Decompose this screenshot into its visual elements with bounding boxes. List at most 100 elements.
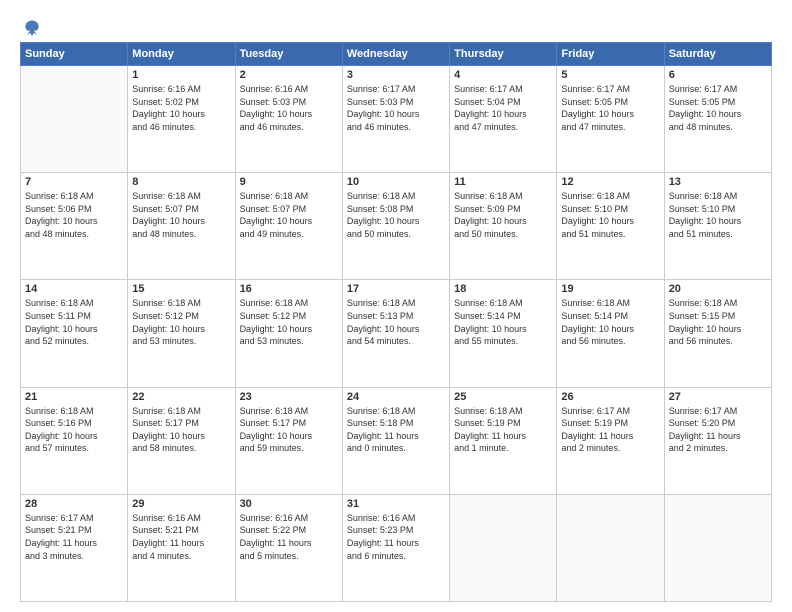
calendar-cell: 22 Sunrise: 6:18 AM Sunset: 5:17 PM Dayli…: [128, 387, 235, 494]
day-info: Sunrise: 6:16 AM Sunset: 5:02 PM Dayligh…: [132, 83, 230, 133]
day-number: 12: [561, 176, 659, 188]
calendar-cell: 29Sunrise: 6:16 AM Sunset: 5:21 PM Dayli…: [128, 494, 235, 601]
day-number: 21: [25, 391, 123, 403]
day-number: 2: [240, 69, 338, 81]
day-number: 15: [132, 283, 230, 295]
calendar-cell: 31 Sunrise: 6:16 AM Sunset: 5:23 PM Dayli…: [342, 494, 449, 601]
calendar-cell: 10 Sunrise: 6:18 AM Sunset: 5:08 PM Dayli…: [342, 173, 449, 280]
day-number: 17: [347, 283, 445, 295]
day-number: 19: [561, 283, 659, 295]
day-number: 14: [25, 283, 123, 295]
day-info: Sunrise: 6:17 AM Sunset: 5:03 PM Dayligh…: [347, 83, 445, 133]
calendar-cell: 5 Sunrise: 6:17 AM Sunset: 5:05 PM Daylig…: [557, 66, 664, 173]
calendar-cell: [557, 494, 664, 601]
calendar-cell: 12 Sunrise: 6:18 AM Sunset: 5:10 PM Dayli…: [557, 173, 664, 280]
day-number: 13: [669, 176, 767, 188]
day-info: Sunrise: 6:18 AM Sunset: 5:11 PM Dayligh…: [25, 297, 123, 347]
header: [20, 18, 772, 34]
day-number: 1: [132, 69, 230, 81]
day-info: Sunrise: 6:18 AM Sunset: 5:09 PM Dayligh…: [454, 190, 552, 240]
calendar-cell: [450, 494, 557, 601]
page: SundayMondayTuesdayWednesdayThursdayFrid…: [0, 0, 792, 612]
day-number: 3: [347, 69, 445, 81]
day-info: Sunrise: 6:18 AM Sunset: 5:13 PM Dayligh…: [347, 297, 445, 347]
calendar-cell: 18 Sunrise: 6:18 AM Sunset: 5:14 PM Dayli…: [450, 280, 557, 387]
day-number: 11: [454, 176, 552, 188]
day-info: Sunrise: 6:18 AM Sunset: 5:17 PM Dayligh…: [240, 405, 338, 455]
calendar-cell: 9Sunrise: 6:18 AM Sunset: 5:07 PM Daylig…: [235, 173, 342, 280]
day-info: Sunrise: 6:17 AM Sunset: 5:21 PM Dayligh…: [25, 512, 123, 562]
day-info: Sunrise: 6:18 AM Sunset: 5:17 PM Dayligh…: [132, 405, 230, 455]
logo-text: [20, 18, 42, 38]
calendar-cell: 19 Sunrise: 6:18 AM Sunset: 5:14 PM Dayli…: [557, 280, 664, 387]
day-info: Sunrise: 6:17 AM Sunset: 5:20 PM Dayligh…: [669, 405, 767, 455]
calendar-header-row: SundayMondayTuesdayWednesdayThursdayFrid…: [21, 43, 772, 66]
day-info: Sunrise: 6:18 AM Sunset: 5:06 PM Dayligh…: [25, 190, 123, 240]
calendar-cell: 16 Sunrise: 6:18 AM Sunset: 5:12 PM Dayli…: [235, 280, 342, 387]
calendar-cell: 14 Sunrise: 6:18 AM Sunset: 5:11 PM Dayli…: [21, 280, 128, 387]
calendar-week-row: 1 Sunrise: 6:16 AM Sunset: 5:02 PM Daylig…: [21, 66, 772, 173]
day-info: Sunrise: 6:17 AM Sunset: 5:05 PM Dayligh…: [561, 83, 659, 133]
day-info: Sunrise: 6:16 AM Sunset: 5:23 PM Dayligh…: [347, 512, 445, 562]
calendar-cell: 28Sunrise: 6:17 AM Sunset: 5:21 PM Dayli…: [21, 494, 128, 601]
day-number: 10: [347, 176, 445, 188]
calendar-cell: 7 Sunrise: 6:18 AM Sunset: 5:06 PM Daylig…: [21, 173, 128, 280]
day-number: 26: [561, 391, 659, 403]
col-header-wednesday: Wednesday: [342, 43, 449, 66]
calendar-cell: 11 Sunrise: 6:18 AM Sunset: 5:09 PM Dayli…: [450, 173, 557, 280]
day-info: Sunrise: 6:18 AM Sunset: 5:10 PM Dayligh…: [561, 190, 659, 240]
col-header-friday: Friday: [557, 43, 664, 66]
day-info: Sunrise: 6:18 AM Sunset: 5:12 PM Dayligh…: [240, 297, 338, 347]
day-info: Sunrise: 6:18 AM Sunset: 5:18 PM Dayligh…: [347, 405, 445, 455]
day-info: Sunrise: 6:18 AM Sunset: 5:15 PM Dayligh…: [669, 297, 767, 347]
col-header-tuesday: Tuesday: [235, 43, 342, 66]
calendar-table: SundayMondayTuesdayWednesdayThursdayFrid…: [20, 42, 772, 602]
day-number: 5: [561, 69, 659, 81]
col-header-thursday: Thursday: [450, 43, 557, 66]
day-info: Sunrise: 6:16 AM Sunset: 5:21 PM Dayligh…: [132, 512, 230, 562]
day-number: 16: [240, 283, 338, 295]
day-number: 27: [669, 391, 767, 403]
calendar-cell: 1 Sunrise: 6:16 AM Sunset: 5:02 PM Daylig…: [128, 66, 235, 173]
day-number: 18: [454, 283, 552, 295]
calendar-cell: 13Sunrise: 6:18 AM Sunset: 5:10 PM Dayli…: [664, 173, 771, 280]
calendar-cell: [664, 494, 771, 601]
day-info: Sunrise: 6:18 AM Sunset: 5:07 PM Dayligh…: [132, 190, 230, 240]
day-number: 22: [132, 391, 230, 403]
calendar-cell: 25 Sunrise: 6:18 AM Sunset: 5:19 PM Dayli…: [450, 387, 557, 494]
day-number: 30: [240, 498, 338, 510]
day-number: 23: [240, 391, 338, 403]
day-info: Sunrise: 6:18 AM Sunset: 5:16 PM Dayligh…: [25, 405, 123, 455]
col-header-saturday: Saturday: [664, 43, 771, 66]
calendar-cell: 21 Sunrise: 6:18 AM Sunset: 5:16 PM Dayli…: [21, 387, 128, 494]
day-info: Sunrise: 6:18 AM Sunset: 5:08 PM Dayligh…: [347, 190, 445, 240]
col-header-monday: Monday: [128, 43, 235, 66]
logo-bird-icon: [22, 18, 42, 38]
calendar-cell: 2 Sunrise: 6:16 AM Sunset: 5:03 PM Daylig…: [235, 66, 342, 173]
calendar-cell: 6Sunrise: 6:17 AM Sunset: 5:05 PM Daylig…: [664, 66, 771, 173]
day-info: Sunrise: 6:18 AM Sunset: 5:07 PM Dayligh…: [240, 190, 338, 240]
day-number: 4: [454, 69, 552, 81]
day-info: Sunrise: 6:18 AM Sunset: 5:14 PM Dayligh…: [454, 297, 552, 347]
calendar-cell: 26Sunrise: 6:17 AM Sunset: 5:19 PM Dayli…: [557, 387, 664, 494]
calendar-cell: 27 Sunrise: 6:17 AM Sunset: 5:20 PM Dayli…: [664, 387, 771, 494]
day-number: 6: [669, 69, 767, 81]
calendar-cell: 20 Sunrise: 6:18 AM Sunset: 5:15 PM Dayli…: [664, 280, 771, 387]
day-info: Sunrise: 6:18 AM Sunset: 5:14 PM Dayligh…: [561, 297, 659, 347]
day-info: Sunrise: 6:16 AM Sunset: 5:22 PM Dayligh…: [240, 512, 338, 562]
day-number: 31: [347, 498, 445, 510]
calendar-cell: 30 Sunrise: 6:16 AM Sunset: 5:22 PM Dayli…: [235, 494, 342, 601]
col-header-sunday: Sunday: [21, 43, 128, 66]
calendar-cell: 8Sunrise: 6:18 AM Sunset: 5:07 PM Daylig…: [128, 173, 235, 280]
calendar-cell: 4 Sunrise: 6:17 AM Sunset: 5:04 PM Daylig…: [450, 66, 557, 173]
calendar-week-row: 28Sunrise: 6:17 AM Sunset: 5:21 PM Dayli…: [21, 494, 772, 601]
day-info: Sunrise: 6:18 AM Sunset: 5:19 PM Dayligh…: [454, 405, 552, 455]
day-info: Sunrise: 6:17 AM Sunset: 5:04 PM Dayligh…: [454, 83, 552, 133]
calendar-cell: 15 Sunrise: 6:18 AM Sunset: 5:12 PM Dayli…: [128, 280, 235, 387]
day-number: 20: [669, 283, 767, 295]
calendar-cell: [21, 66, 128, 173]
day-info: Sunrise: 6:16 AM Sunset: 5:03 PM Dayligh…: [240, 83, 338, 133]
day-info: Sunrise: 6:18 AM Sunset: 5:12 PM Dayligh…: [132, 297, 230, 347]
day-number: 25: [454, 391, 552, 403]
day-number: 7: [25, 176, 123, 188]
